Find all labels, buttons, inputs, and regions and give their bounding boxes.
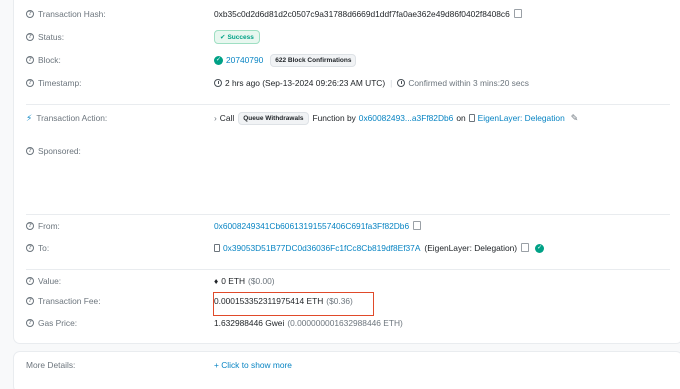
status-badge: ✔ Success: [214, 30, 260, 44]
gas-price-gwei: 1.632988446 Gwei: [214, 318, 285, 328]
action-function-by: Function by: [312, 113, 356, 123]
check-circle-icon: ✓: [214, 55, 223, 65]
value-usd: ($0.00): [248, 276, 275, 286]
more-details-label: More Details:: [26, 360, 76, 370]
question-icon[interactable]: ?: [26, 10, 34, 18]
fee-highlight-box: [213, 292, 374, 316]
timestamp-label: Timestamp:: [38, 78, 82, 88]
action-on: on: [456, 113, 466, 123]
question-icon[interactable]: ?: [26, 222, 34, 230]
fee-label: Transaction Fee:: [38, 296, 101, 306]
contract-file-icon: [468, 114, 475, 122]
copy-icon[interactable]: [413, 220, 422, 230]
question-icon[interactable]: ?: [26, 79, 34, 87]
divider: [26, 214, 670, 215]
copy-icon[interactable]: [513, 8, 522, 18]
sponsored-label: Sponsored:: [38, 146, 81, 156]
question-icon[interactable]: ?: [26, 33, 34, 41]
question-icon[interactable]: ?: [26, 319, 34, 327]
from-address-link[interactable]: 0x6008249341Cb60613191557406C691fa3Ff82D…: [214, 221, 409, 231]
gas-price-eth: (0.000000001632988446 ETH): [287, 318, 403, 328]
ethereum-icon: ♦: [214, 276, 219, 286]
action-address-link[interactable]: 0x60082493...a3Ff82Db6: [359, 113, 454, 123]
caret-right-icon: ›: [214, 113, 217, 123]
status-label: Status:: [38, 32, 65, 42]
show-more-link[interactable]: + Click to show more: [214, 360, 292, 370]
method-badge: Queue Withdrawals: [238, 111, 309, 125]
to-name: (EigenLayer: Delegation): [424, 243, 518, 253]
check-icon: ✔: [220, 34, 226, 41]
action-contract-link[interactable]: EigenLayer: Delegation: [478, 113, 565, 123]
question-icon[interactable]: ?: [26, 297, 34, 305]
more-details-card: More Details: + Click to show more: [13, 351, 680, 389]
tx-action-label: Transaction Action:: [36, 113, 108, 123]
value-eth: 0 ETH: [221, 276, 246, 286]
lightning-icon: ⚡: [26, 112, 33, 123]
block-label: Block:: [38, 55, 61, 65]
divider: [26, 269, 670, 270]
copy-icon[interactable]: [521, 242, 530, 252]
contract-file-icon: [214, 244, 220, 252]
action-call: Call: [219, 113, 235, 123]
pencil-icon[interactable]: ✎: [571, 113, 579, 124]
transaction-overview-card: ? Transaction Hash: 0xb35c0d2d6d81d2c0507…: [13, 0, 680, 344]
block-number-link[interactable]: 20740790: [226, 55, 263, 65]
tx-hash-label: Transaction Hash:: [38, 9, 106, 19]
gas-price-label: Gas Price:: [38, 318, 78, 328]
value-label: Value:: [38, 276, 62, 286]
divider: [26, 104, 670, 105]
tx-hash-value: 0xb35c0d2d6d81d2c0507c9a31788d6669d1ddf7…: [214, 9, 510, 19]
confirmations-badge: 622 Block Confirmations: [270, 53, 357, 67]
verified-check-icon: ✓: [535, 243, 545, 253]
status-badge-text: Success: [227, 34, 254, 41]
question-icon[interactable]: ?: [26, 277, 34, 285]
question-icon[interactable]: ?: [26, 56, 34, 64]
divider-bar: |: [390, 78, 393, 88]
to-address-link[interactable]: 0x39053D51B77DC0d36036Fc1fCc8Cb819df8Ef3…: [223, 243, 420, 253]
timestamp-value: 2 hrs ago (Sep-13-2024 09:26:23 AM UTC): [225, 78, 386, 88]
to-label: To:: [38, 243, 50, 253]
timer-icon: [397, 79, 406, 87]
clock-icon: [214, 79, 222, 87]
confirmed-within: Confirmed within 3 mins:20 secs: [408, 78, 529, 88]
question-icon[interactable]: ?: [26, 147, 34, 155]
from-label: From:: [38, 221, 60, 231]
question-icon[interactable]: ?: [26, 244, 34, 252]
